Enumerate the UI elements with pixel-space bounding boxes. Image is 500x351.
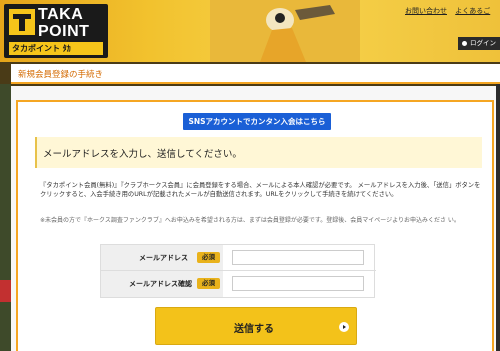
background-left-accent <box>0 280 11 302</box>
page-title: 新規会員登録の手続き <box>18 70 104 80</box>
email-label: メールアドレス <box>139 254 188 262</box>
section-heading-text: メールアドレスを入力し、送信してください。 <box>43 149 242 160</box>
login-label: ログイン <box>470 39 496 47</box>
logo-text-point: POINT <box>38 23 90 40</box>
site-header: TAKA POINT タカポイント ﾀｶ お問い合わせ よくあるご ログイン <box>0 0 500 62</box>
login-icon <box>462 40 467 46</box>
contact-link[interactable]: お問い合わせ <box>405 7 447 15</box>
faq-link[interactable]: よくあるご <box>455 7 490 15</box>
logo-text-taka: TAKA <box>38 6 84 23</box>
email-row: メールアドレス 必須 <box>101 245 376 271</box>
submit-button[interactable]: 送信する <box>155 307 357 345</box>
hero-banner-image <box>210 0 360 62</box>
required-badge: 必須 <box>197 278 220 289</box>
email-input[interactable] <box>232 250 364 265</box>
takapoint-logo[interactable]: TAKA POINT タカポイント ﾀｶ <box>4 4 108 58</box>
page-title-bar: 新規会員登録の手続き <box>11 64 500 84</box>
email-confirm-input[interactable] <box>232 276 364 291</box>
sns-signup-button[interactable]: SNSアカウントでカンタン入会はこちら <box>183 113 331 130</box>
logo-subtitle: タカポイント ﾀｶ <box>9 42 103 55</box>
submit-label: 送信する <box>234 324 274 335</box>
login-button[interactable]: ログイン <box>458 37 500 50</box>
background-right <box>496 84 500 351</box>
header-links: お問い合わせ よくあるご <box>405 6 496 16</box>
email-form: メールアドレス 必須 メールアドレス確認 必須 <box>100 244 376 298</box>
notice-text: ※未会員の方で『ホークス調査ファンクラブ』へお申込みを希望される方は、まずは会員… <box>40 217 460 224</box>
instructions-text: 『タカポイント会員(無料)』『クラブホークス会員』に会員登録をする場合、メールに… <box>40 182 481 198</box>
section-heading: メールアドレスを入力し、送信してください。 <box>35 137 482 168</box>
logo-mark-icon <box>9 9 35 35</box>
required-badge: 必須 <box>197 252 220 263</box>
email-confirm-row: メールアドレス確認 必須 <box>101 271 376 297</box>
email-confirm-label: メールアドレス確認 <box>129 280 192 288</box>
background-left <box>0 84 11 351</box>
arrow-right-icon <box>339 322 349 332</box>
